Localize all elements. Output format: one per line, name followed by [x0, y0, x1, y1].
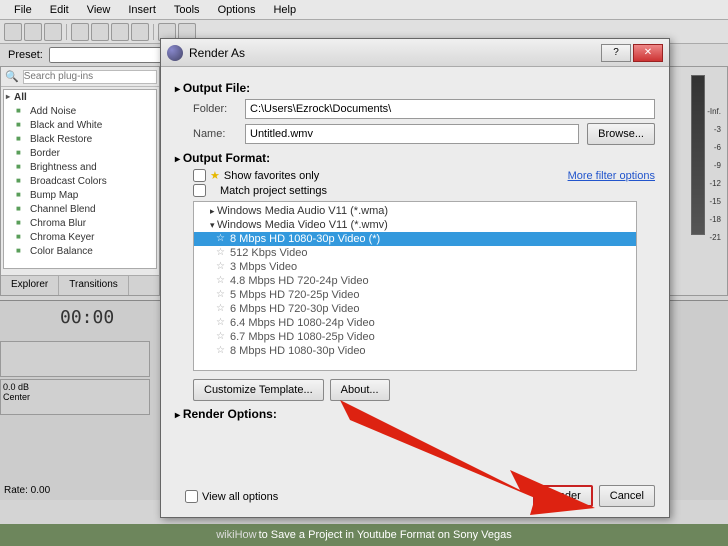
format-template[interactable]: 6.7 Mbps HD 1080-25p Video: [194, 330, 636, 344]
format-template[interactable]: 8 Mbps HD 1080-30p Video: [194, 344, 636, 358]
time-display: 00:00: [60, 307, 114, 328]
toolbar-props-icon[interactable]: [71, 23, 89, 41]
format-template[interactable]: 3 Mbps Video: [194, 260, 636, 274]
menu-insert[interactable]: Insert: [120, 2, 164, 18]
plugin-item[interactable]: Broadcast Colors: [6, 176, 154, 190]
toolbar-open-icon[interactable]: [24, 23, 42, 41]
caption-text: to Save a Project in Youtube Format on S…: [259, 529, 512, 541]
format-template[interactable]: 5 Mbps HD 720-25p Video: [194, 288, 636, 302]
name-input[interactable]: [245, 124, 579, 144]
plugin-tree[interactable]: All Add Noise Black and White Black Rest…: [3, 89, 157, 269]
dialog-titlebar[interactable]: Render As ? ✕: [161, 39, 669, 67]
audio-meter: [691, 75, 705, 235]
dialog-icon: [167, 45, 183, 61]
format-list[interactable]: Windows Media Audio V11 (*.wma) Windows …: [193, 201, 637, 371]
toolbar-save-icon[interactable]: [44, 23, 62, 41]
favorites-checkbox[interactable]: [193, 169, 206, 182]
search-icon: 🔍: [5, 70, 19, 83]
render-options-header[interactable]: Render Options:: [175, 407, 655, 421]
match-settings-label: Match project settings: [220, 185, 327, 197]
plugin-item[interactable]: Black and White: [6, 120, 154, 134]
plugin-item[interactable]: Channel Blend: [6, 204, 154, 218]
track-db-label: 0.0 dB: [3, 382, 147, 392]
menu-bar: File Edit View Insert Tools Options Help: [0, 0, 728, 20]
menu-file[interactable]: File: [6, 2, 40, 18]
plugin-item[interactable]: Color Balance: [6, 246, 154, 260]
preset-label: Preset:: [8, 49, 43, 61]
format-template-selected[interactable]: 8 Mbps HD 1080-30p Video (*): [194, 232, 636, 246]
browse-button[interactable]: Browse...: [587, 123, 655, 145]
toolbar-paste-icon[interactable]: [131, 23, 149, 41]
output-format-header[interactable]: Output Format:: [175, 151, 655, 165]
plugin-item[interactable]: Chroma Blur: [6, 218, 154, 232]
video-track-header[interactable]: [0, 341, 150, 377]
dialog-title: Render As: [189, 46, 599, 60]
plugin-item[interactable]: Add Noise: [6, 106, 154, 120]
menu-help[interactable]: Help: [265, 2, 304, 18]
plugin-item[interactable]: Black Restore: [6, 134, 154, 148]
plugin-item[interactable]: Brightness and: [6, 162, 154, 176]
wikihow-caption: wikiHow to Save a Project in Youtube For…: [0, 524, 728, 546]
render-as-dialog: Render As ? ✕ Output File: Folder: Name:…: [160, 38, 670, 518]
close-button[interactable]: ✕: [633, 44, 663, 62]
toolbar-copy-icon[interactable]: [111, 23, 129, 41]
customize-template-button[interactable]: Customize Template...: [193, 379, 324, 401]
cancel-button[interactable]: Cancel: [599, 485, 655, 507]
toolbar-new-icon[interactable]: [4, 23, 22, 41]
audio-track-header[interactable]: 0.0 dB Center: [0, 379, 150, 415]
star-icon: ★: [210, 169, 220, 182]
tree-root-all[interactable]: All: [6, 92, 154, 106]
menu-edit[interactable]: Edit: [42, 2, 77, 18]
toolbar-cut-icon[interactable]: [91, 23, 109, 41]
rate-display: Rate: 0.00: [4, 485, 50, 496]
format-template[interactable]: 512 Kbps Video: [194, 246, 636, 260]
plugin-item[interactable]: Border: [6, 148, 154, 162]
plugin-sidebar: 🔍 All Add Noise Black and White Black Re…: [0, 66, 160, 296]
search-plugins-input[interactable]: [23, 70, 157, 84]
wikihow-brand: wikiHow: [216, 529, 256, 541]
help-button[interactable]: ?: [601, 44, 631, 62]
match-settings-checkbox[interactable]: [193, 184, 206, 197]
tab-transitions[interactable]: Transitions: [59, 276, 129, 295]
view-all-label: View all options: [202, 491, 278, 503]
format-template[interactable]: 6 Mbps HD 720-30p Video: [194, 302, 636, 316]
menu-options[interactable]: Options: [210, 2, 264, 18]
favorites-label: Show favorites only: [224, 170, 319, 182]
tab-explorer[interactable]: Explorer: [1, 276, 59, 295]
render-button[interactable]: Render: [533, 485, 593, 507]
format-template[interactable]: 6.4 Mbps HD 1080-24p Video: [194, 316, 636, 330]
format-parent[interactable]: Windows Media Audio V11 (*.wma): [194, 204, 636, 218]
menu-view[interactable]: View: [79, 2, 119, 18]
track-center-label: Center: [3, 392, 147, 402]
menu-tools[interactable]: Tools: [166, 2, 208, 18]
view-all-checkbox[interactable]: [185, 490, 198, 503]
plugin-item[interactable]: Bump Map: [6, 190, 154, 204]
meter-panel: -Inf.-3-6 -9-12-15 -18-21: [668, 66, 728, 296]
output-file-header[interactable]: Output File:: [175, 81, 655, 95]
about-button[interactable]: About...: [330, 379, 390, 401]
plugin-item[interactable]: Chroma Keyer: [6, 232, 154, 246]
more-filters-link[interactable]: More filter options: [568, 170, 655, 182]
format-template[interactable]: 4.8 Mbps HD 720-24p Video: [194, 274, 636, 288]
name-label: Name:: [193, 128, 237, 140]
folder-label: Folder:: [193, 103, 237, 115]
meter-scale: -Inf.-3-6 -9-12-15 -18-21: [707, 107, 721, 251]
folder-input[interactable]: [245, 99, 655, 119]
sidebar-tabs: Explorer Transitions: [1, 275, 159, 295]
format-parent[interactable]: Windows Media Video V11 (*.wmv): [194, 218, 636, 232]
